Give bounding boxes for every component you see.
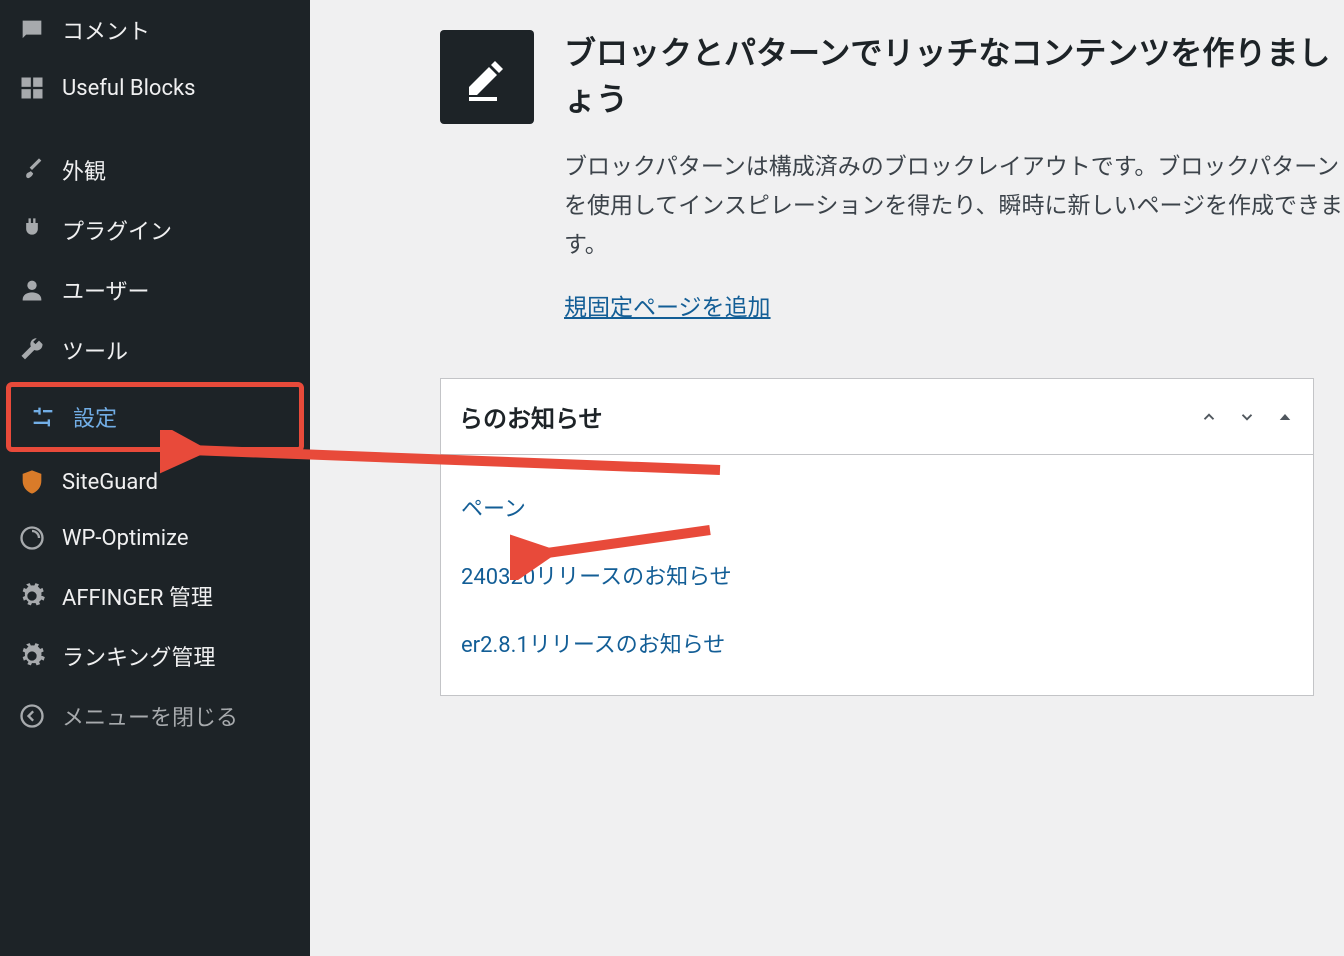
sidebar-item-ranking[interactable]: ランキング管理 <box>0 626 310 686</box>
collapse-icon <box>18 702 46 730</box>
user-icon <box>18 276 46 304</box>
sidebar-item-label: Useful Blocks <box>62 76 196 101</box>
news-item[interactable]: er2.8.1リリースのお知らせ <box>461 609 1293 677</box>
news-item[interactable]: ペーン <box>461 473 1293 541</box>
sidebar-item-label: ツール <box>62 334 128 366</box>
sidebar-collapse[interactable]: メニューを閉じる <box>0 686 310 746</box>
sidebar-item-wpoptimize[interactable]: WP-Optimize <box>0 510 310 566</box>
sidebar-item-label: AFFINGER 管理 <box>62 580 213 612</box>
sidebar-item-comments[interactable]: コメント <box>0 0 310 60</box>
panel-body: ペーン 240320リリースのお知らせ er2.8.1リリースのお知らせ <box>441 455 1313 695</box>
sidebar-item-appearance[interactable]: 外観 <box>0 140 310 200</box>
sidebar-item-tools[interactable]: ツール <box>0 320 310 380</box>
main-content: ブロックとパターンでリッチなコンテンツを作りましょう ブロックパターンは構成済み… <box>310 0 1344 956</box>
sidebar-collapse-label: メニューを閉じる <box>62 700 238 732</box>
sidebar-item-label: 設定 <box>73 401 117 433</box>
sidebar-item-label: SiteGuard <box>62 470 158 495</box>
sidebar-item-label: ランキング管理 <box>62 640 215 672</box>
sidebar-item-affinger[interactable]: AFFINGER 管理 <box>0 566 310 626</box>
gear-icon <box>18 582 46 610</box>
optimize-icon <box>18 524 46 552</box>
sidebar-item-useful-blocks[interactable]: Useful Blocks <box>0 60 310 116</box>
panel-move-down-icon[interactable] <box>1237 407 1257 427</box>
panel-header: らのお知らせ <box>441 379 1313 455</box>
sidebar-item-siteguard[interactable]: SiteGuard <box>0 454 310 510</box>
news-item[interactable]: 240320リリースのお知らせ <box>461 541 1293 609</box>
panel-title: らのお知らせ <box>459 399 603 434</box>
sidebar-item-label: コメント <box>62 14 150 46</box>
welcome-panel: ブロックとパターンでリッチなコンテンツを作りましょう ブロックパターンは構成済み… <box>440 30 1344 322</box>
sidebar-item-settings[interactable]: 設定 <box>11 387 299 447</box>
brush-icon <box>18 156 46 184</box>
sidebar-item-label: プラグイン <box>62 214 172 246</box>
gear-icon <box>18 642 46 670</box>
panel-toggle-icon[interactable] <box>1275 407 1295 427</box>
shield-icon <box>18 468 46 496</box>
admin-sidebar: コメント Useful Blocks 外観 プラグイン ユーザー ツール <box>0 0 310 956</box>
highlight-settings: 設定 <box>6 382 304 452</box>
sidebar-item-label: ユーザー <box>62 274 150 306</box>
grid-icon <box>18 74 46 102</box>
add-page-link[interactable]: 規固定ページを追加 <box>564 294 771 321</box>
welcome-description: ブロックパターンは構成済みのブロックレイアウトです。ブロックパターンを使用してイ… <box>564 147 1344 264</box>
sidebar-item-label: WP-Optimize <box>62 526 189 551</box>
sidebar-item-plugins[interactable]: プラグイン <box>0 200 310 260</box>
sliders-icon <box>29 403 57 431</box>
edit-icon <box>440 30 534 124</box>
sidebar-item-users[interactable]: ユーザー <box>0 260 310 320</box>
welcome-title: ブロックとパターンでリッチなコンテンツを作りましょう <box>564 30 1344 123</box>
plug-icon <box>18 216 46 244</box>
news-panel: らのお知らせ ペーン 240320リリースのお知らせ er2.8.1リリースのお… <box>440 378 1314 696</box>
comment-icon <box>18 16 46 44</box>
wrench-icon <box>18 336 46 364</box>
panel-move-up-icon[interactable] <box>1199 407 1219 427</box>
sidebar-item-label: 外観 <box>62 154 106 186</box>
